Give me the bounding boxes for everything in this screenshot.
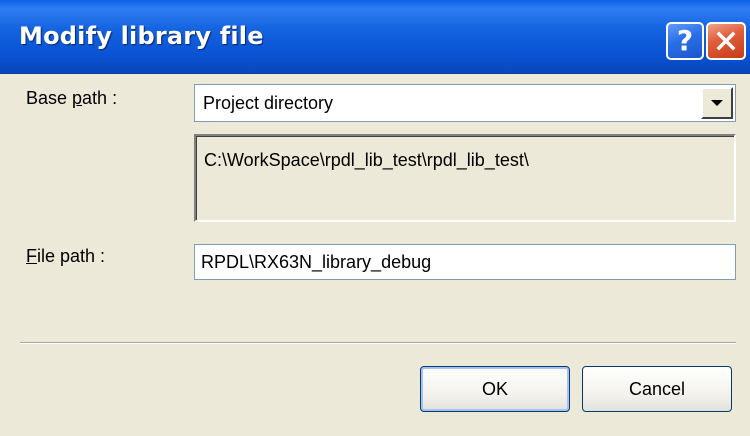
file-path-label: File path :: [26, 246, 105, 267]
close-button[interactable]: [706, 22, 746, 60]
file-path-label-suffix: ile path :: [37, 246, 106, 266]
separator-line: [20, 342, 736, 344]
cancel-button[interactable]: Cancel: [582, 366, 732, 412]
file-path-label-accel: F: [26, 246, 37, 266]
base-path-dropdown[interactable]: Project directory: [194, 84, 736, 122]
file-path-value: RPDL\RX63N_library_debug: [201, 252, 432, 272]
base-path-label: Base path :: [26, 88, 117, 109]
dropdown-button[interactable]: [701, 87, 733, 119]
resolved-path-display: C:\WorkSpace\rpdl_lib_test\rpdl_lib_test…: [194, 134, 736, 222]
help-icon: ?: [676, 24, 694, 57]
base-path-label-accel: p: [72, 88, 83, 108]
base-path-selected: Project directory: [203, 93, 334, 113]
chevron-down-icon: [711, 100, 723, 106]
file-path-input[interactable]: RPDL\RX63N_library_debug: [194, 244, 736, 280]
help-button[interactable]: ?: [666, 22, 704, 60]
window-title: Modify library file: [19, 22, 264, 50]
base-path-label-prefix: Base: [26, 88, 73, 108]
resolved-path-text: C:\WorkSpace\rpdl_lib_test\rpdl_lib_test…: [204, 150, 529, 170]
title-bar[interactable]: Modify library file ?: [0, 0, 750, 74]
ok-button-label: OK: [481, 378, 508, 399]
cancel-button-label: Cancel: [628, 378, 686, 399]
base-path-label-suffix: ath :: [82, 88, 118, 108]
modify-library-file-dialog: Modify library file ? Base path : Projec…: [0, 0, 750, 436]
close-icon: [716, 31, 736, 51]
ok-button[interactable]: OK: [420, 366, 570, 412]
